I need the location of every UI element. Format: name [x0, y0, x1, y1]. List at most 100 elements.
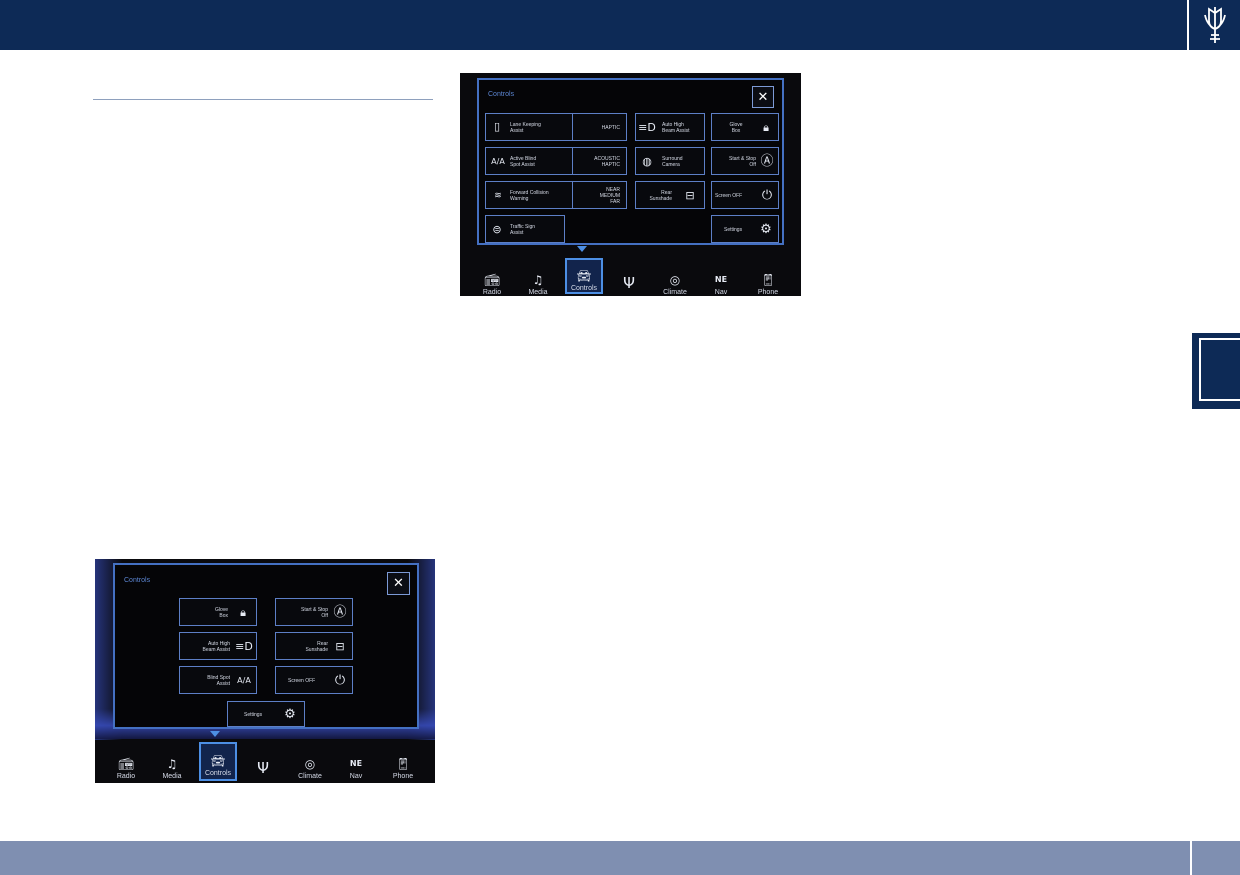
settings-button[interactable]: Settings ⚙	[227, 701, 305, 727]
start-stop-off-button[interactable]: Start & Stop Off Ⓐ	[711, 147, 779, 175]
nav-label: Phone	[757, 289, 779, 296]
blind-spot-assist-button[interactable]: Blind Spot Assist A/A	[179, 666, 257, 694]
power-icon: ⏻	[334, 673, 346, 688]
nav-media[interactable]: ♫ Media	[520, 256, 556, 296]
tile-label: Settings	[724, 227, 743, 233]
nav-navigation[interactable]: NE Nav	[703, 256, 739, 296]
forward-collision-warning-button[interactable]: ≋ Forward Collision Warning NEAR MEDIUM …	[485, 181, 627, 209]
radio-icon: 📻︎	[118, 757, 134, 771]
glove-box-button[interactable]: Glove Box 🔒︎	[179, 598, 257, 626]
nav-label: Phone	[392, 773, 414, 780]
gears-icon: ⚙	[284, 707, 296, 722]
controls-panel: Controls ✕ Glove Box 🔒︎ Start & Stop Off…	[113, 563, 419, 729]
active-tab-caret	[577, 246, 587, 252]
nav-home[interactable]: Ψ	[248, 740, 278, 783]
nav-label: Radio	[116, 773, 136, 780]
nav-climate[interactable]: ◎ Climate	[292, 740, 328, 783]
footer-bar	[0, 841, 1240, 875]
tile-value: ACOUSTIC HAPTIC	[594, 156, 620, 168]
high-beam-icon: ≡D	[235, 640, 253, 653]
bottom-navigation-bar: 📻︎ Radio ♫ Media 🚘︎ Controls Ψ ◎ Climate…	[460, 256, 801, 296]
tile-label: Screen OFF	[288, 678, 316, 684]
auto-high-beam-assist-button[interactable]: Auto High Beam Assist ≡D	[179, 632, 257, 660]
tile-value: HAPTIC	[601, 125, 620, 131]
traffic-sign-assist-button[interactable]: ⊜ Traffic Sign Assist	[485, 215, 565, 243]
surround-camera-button[interactable]: ◍ Surround Camera	[635, 147, 705, 175]
camera-icon: ◍	[642, 155, 652, 168]
nav-media[interactable]: ♫ Media	[154, 740, 190, 783]
tile-label: Active Blind Spot Assist	[510, 156, 537, 168]
media-icon: ♫	[166, 757, 178, 771]
glove-box-button[interactable]: Glove Box 🔒︎	[711, 113, 779, 141]
tile-label: Start & Stop Off	[729, 156, 756, 168]
lock-icon: 🔒︎	[763, 121, 769, 134]
tile-label: Auto High Beam Assist	[662, 122, 690, 134]
start-stop-icon: Ⓐ	[760, 154, 774, 169]
nav-radio[interactable]: 📻︎ Radio	[474, 256, 510, 296]
compass-icon: NE	[349, 759, 363, 768]
tile-label: Glove Box	[214, 607, 228, 619]
active-blind-spot-assist-button[interactable]: A/A Active Blind Spot Assist ACOUSTIC HA…	[485, 147, 627, 175]
screen-off-button[interactable]: Screen OFF ⏻	[711, 181, 779, 209]
high-beam-icon: ≡D	[638, 121, 656, 134]
tile-label: Glove Box	[729, 122, 743, 134]
auto-high-beam-assist-button[interactable]: ≡D Auto High Beam Assist	[635, 113, 705, 141]
radio-icon: 📻︎	[484, 273, 500, 287]
nav-label: Nav	[349, 773, 363, 780]
nav-climate[interactable]: ◎ Climate	[657, 256, 693, 296]
nav-label: Controls	[204, 770, 232, 777]
rear-sunshade-button[interactable]: Rear Sunshade ⊟	[635, 181, 705, 209]
nav-controls[interactable]: 🚘︎ Controls	[199, 742, 237, 781]
lock-icon: 🔒︎	[240, 606, 246, 619]
rear-sunshade-button[interactable]: Rear Sunshade ⊟	[275, 632, 353, 660]
climate-icon: ◎	[669, 273, 681, 287]
screen-off-button[interactable]: Screen OFF ⏻	[275, 666, 353, 694]
start-stop-icon: Ⓐ	[333, 605, 347, 620]
nav-phone[interactable]: 📱︎ Phone	[385, 740, 421, 783]
tile-label: Blind Spot Assist	[207, 675, 230, 687]
tile-label: Lane Keeping Assist	[510, 122, 541, 134]
lane-keeping-assist-button[interactable]: ▯ Lane Keeping Assist HAPTIC	[485, 113, 627, 141]
nav-phone[interactable]: 📱︎ Phone	[750, 256, 786, 296]
close-button[interactable]: ✕	[387, 572, 410, 595]
bottom-navigation-bar: 📻︎ Radio ♫ Media 🚘︎ Controls Ψ ◎ Climate…	[95, 740, 435, 783]
tile-label: Rear Sunshade	[305, 641, 328, 653]
tile-label: Auto High Beam Assist	[202, 641, 230, 653]
nav-label: Media	[528, 289, 548, 296]
trident-home-icon: Ψ	[257, 759, 269, 777]
tile-label: Rear Sunshade	[649, 190, 672, 202]
car-icon: 🚘︎	[210, 754, 226, 768]
tile-label: Start & Stop Off	[301, 607, 328, 619]
nav-label: Climate	[663, 289, 687, 296]
tile-label: Traffic Sign Assist	[510, 224, 536, 236]
nav-controls[interactable]: 🚘︎ Controls	[565, 258, 603, 294]
active-tab-caret	[210, 731, 220, 737]
climate-icon: ◎	[304, 757, 316, 771]
panel-title: Controls	[488, 91, 515, 98]
nav-label: Climate	[298, 773, 322, 780]
tile-value: NEAR MEDIUM FAR	[599, 187, 620, 205]
compass-icon: NE	[714, 275, 728, 284]
blind-spot-icon: A/A	[237, 676, 251, 685]
close-button[interactable]: ✕	[752, 86, 774, 108]
media-icon: ♫	[532, 273, 544, 287]
tile-label: Settings	[244, 712, 263, 718]
trident-home-icon: Ψ	[623, 274, 635, 292]
chapter-tab-frame	[1199, 338, 1240, 401]
phone-icon: 📱︎	[760, 273, 776, 287]
sunshade-icon: ⊟	[685, 189, 695, 202]
lane-keeping-icon: ▯	[493, 120, 501, 133]
nav-radio[interactable]: 📻︎ Radio	[108, 740, 144, 783]
nav-label: Controls	[570, 285, 598, 292]
start-stop-off-button[interactable]: Start & Stop Off Ⓐ	[275, 598, 353, 626]
blind-spot-icon: A/A	[491, 157, 505, 166]
power-icon: ⏻	[761, 188, 773, 203]
controls-panel: Controls ✕ ▯ Lane Keeping Assist HAPTIC …	[477, 78, 784, 245]
car-icon: 🚘︎	[576, 269, 592, 283]
nav-home[interactable]: Ψ	[614, 256, 644, 296]
nav-navigation[interactable]: NE Nav	[338, 740, 374, 783]
controls-screen-bottom: Controls ✕ Glove Box 🔒︎ Start & Stop Off…	[95, 559, 435, 783]
gears-icon: ⚙	[760, 222, 772, 237]
panel-title: Controls	[124, 577, 151, 584]
settings-button[interactable]: Settings ⚙	[711, 215, 779, 243]
